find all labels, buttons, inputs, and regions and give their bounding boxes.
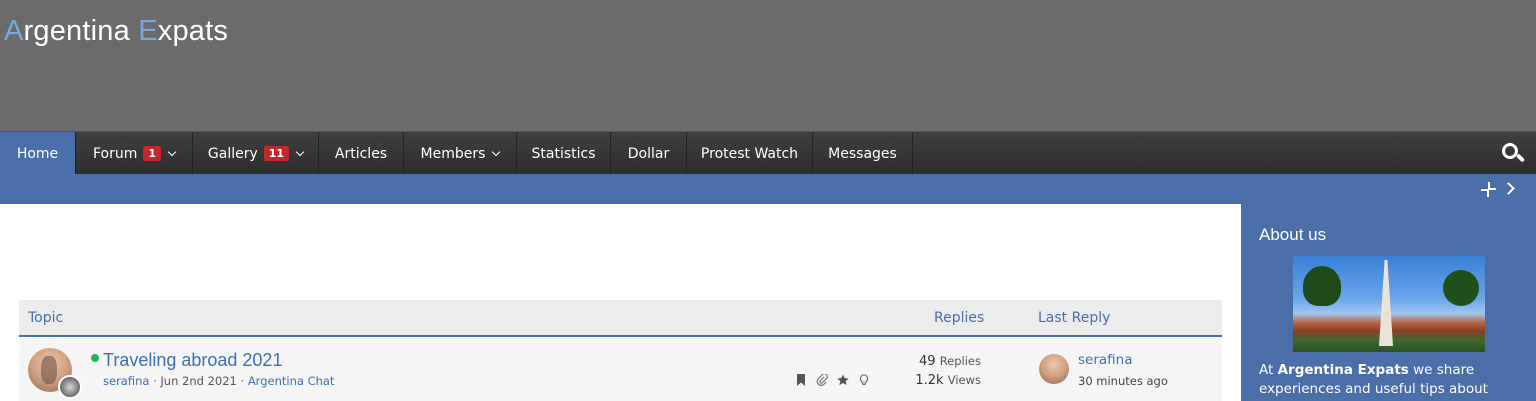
topic-meta: serafina · Jun 2nd 2021 · Argentina Chat xyxy=(103,374,335,388)
nav-gallery-label: Gallery xyxy=(207,145,258,162)
site-logo[interactable]: Argentina Expats xyxy=(4,15,228,48)
lightbulb-icon xyxy=(858,374,870,386)
nav-members-label: Members xyxy=(420,145,486,162)
replies-label: Replies xyxy=(939,354,981,368)
nav-statistics[interactable]: Statistics xyxy=(517,132,611,175)
logo-letter-e: E xyxy=(138,15,158,47)
logo-letter-a: A xyxy=(4,15,24,47)
star-icon xyxy=(837,374,849,386)
online-status-icon xyxy=(91,354,99,362)
topic-title-link[interactable]: Traveling abroad 2021 xyxy=(103,350,282,371)
nav-dollar-label: Dollar xyxy=(627,145,670,162)
nav-forum[interactable]: Forum 1 xyxy=(76,132,193,175)
table-row: Traveling abroad 2021 serafina · Jun 2nd… xyxy=(19,338,1222,401)
search-icon[interactable] xyxy=(1502,143,1526,165)
paperclip-icon xyxy=(816,374,828,386)
column-topic[interactable]: Topic xyxy=(28,310,63,326)
topic-status-icons xyxy=(795,374,870,386)
nav-messages-label: Messages xyxy=(828,145,897,162)
forum-badge: 1 xyxy=(143,146,162,161)
column-last-reply[interactable]: Last Reply xyxy=(1038,310,1110,326)
forum-link[interactable]: Argentina Chat xyxy=(248,374,335,388)
topic-stats: 49 Replies 1.2k Views xyxy=(899,352,981,390)
logo-text-2: xpats xyxy=(157,15,229,47)
sub-navigation-bar xyxy=(0,174,1536,204)
chevron-down-icon xyxy=(167,147,177,156)
nav-messages[interactable]: Messages xyxy=(813,132,913,175)
nav-members[interactable]: Members xyxy=(404,132,517,175)
sidebar-about: About us At Argentina Expats we share ex… xyxy=(1241,204,1536,401)
sidebar-image xyxy=(1293,256,1485,352)
view-count: 1.2k xyxy=(915,373,944,388)
nav-statistics-label: Statistics xyxy=(531,145,596,162)
site-header: Argentina Expats xyxy=(0,0,1536,131)
nav-articles[interactable]: Articles xyxy=(319,132,404,175)
author-link[interactable]: serafina xyxy=(103,374,149,388)
main-nav: Home Forum 1 Gallery 11 Articles Members… xyxy=(0,131,1536,175)
nav-protest-watch-label: Protest Watch xyxy=(700,145,799,162)
nav-protest-watch[interactable]: Protest Watch xyxy=(687,132,813,175)
nav-home-label: Home xyxy=(16,145,59,162)
nav-home[interactable]: Home xyxy=(0,132,76,175)
avatar[interactable] xyxy=(58,375,82,399)
topic-table-header: Topic Replies Last Reply xyxy=(19,300,1222,337)
avatar[interactable] xyxy=(1039,354,1069,384)
chevron-down-icon xyxy=(295,147,305,156)
nav-gallery[interactable]: Gallery 11 xyxy=(193,132,319,175)
logo-text-1: rgentina xyxy=(23,15,139,47)
views-label: Views xyxy=(947,373,981,387)
column-replies[interactable]: Replies xyxy=(934,310,984,326)
site-name-bold: Argentina Expats xyxy=(1277,362,1409,378)
last-reply-time[interactable]: 30 minutes ago xyxy=(1078,374,1168,388)
chevron-down-icon xyxy=(492,147,501,156)
sidebar-title: About us xyxy=(1259,225,1327,244)
nav-dollar[interactable]: Dollar xyxy=(611,132,687,175)
collapse-icon[interactable] xyxy=(1481,182,1496,197)
bookmark-icon xyxy=(795,374,807,386)
sidebar-text: At Argentina Expats we share experiences… xyxy=(1259,362,1488,401)
nav-articles-label: Articles xyxy=(334,145,388,162)
last-reply-user-link[interactable]: serafina xyxy=(1078,352,1133,368)
reply-count: 49 xyxy=(919,354,936,369)
gallery-badge: 11 xyxy=(263,146,290,161)
nav-forum-label: Forum xyxy=(92,145,138,162)
topic-date: Jun 2nd 2021 xyxy=(160,374,237,388)
